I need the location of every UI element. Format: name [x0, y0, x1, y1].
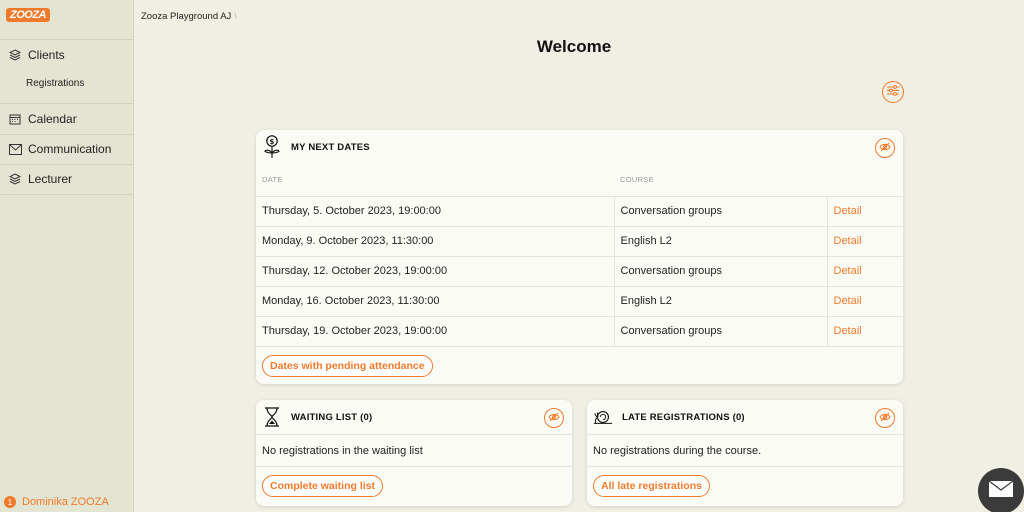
card-title: LATE REGISTRATIONS (0) [622, 411, 745, 423]
envelope-icon [988, 480, 1014, 503]
table-row: Thursday, 12. October 2023, 19:00:00 Con… [256, 256, 903, 287]
divider [256, 466, 572, 467]
divider [256, 434, 572, 435]
sidebar-item-lecturer[interactable]: Lecturer [0, 164, 134, 194]
hide-card-button[interactable] [875, 408, 895, 428]
hide-card-button[interactable] [544, 408, 564, 428]
page-title: Welcome [536, 37, 612, 56]
sidebar-item-registrations[interactable]: Registrations [26, 78, 84, 89]
column-header-course: COURSE [614, 164, 827, 197]
detail-link[interactable]: Detail [827, 316, 903, 347]
card-header: LATE REGISTRATIONS (0) [587, 400, 903, 434]
table-row: Monday, 16. October 2023, 11:30:00 Engli… [256, 286, 903, 317]
course-cell: Conversation groups [614, 316, 828, 347]
card-title: MY NEXT DATES [291, 141, 370, 153]
divider [587, 434, 903, 435]
date-cell: Monday, 9. October 2023, 11:30:00 [256, 226, 615, 257]
breadcrumb-separator: \ [234, 11, 237, 22]
snail-icon [593, 405, 613, 429]
clients-icon [8, 48, 22, 62]
complete-waiting-list-button[interactable]: Complete waiting list [262, 475, 384, 497]
user-menu[interactable]: 1 Dominika ZOOZA [4, 496, 109, 508]
notification-badge: 1 [4, 496, 16, 508]
waiting-list-card: WAITING LIST (0) No registrations in the… [256, 400, 572, 506]
sidebar-item-label: Calendar [28, 112, 77, 126]
course-cell: English L2 [614, 226, 828, 257]
column-header-date: DATE [256, 164, 614, 197]
svg-text:$: $ [269, 138, 274, 146]
course-cell: Conversation groups [614, 256, 828, 287]
divider [0, 194, 134, 195]
divider [587, 466, 903, 467]
detail-link[interactable]: Detail [827, 196, 903, 227]
detail-link[interactable]: Detail [827, 226, 903, 257]
next-dates-table: DATE COURSE Thursday, 5. October 2023, 1… [256, 164, 903, 347]
layers-icon [8, 172, 22, 186]
empty-state-text: No registrations in the waiting list [262, 445, 423, 457]
card-header: $ MY NEXT DATES [256, 130, 903, 164]
detail-link[interactable]: Detail [827, 286, 903, 317]
date-cell: Monday, 16. October 2023, 11:30:00 [256, 286, 615, 317]
sidebar-item-calendar[interactable]: Calendar [0, 104, 134, 134]
breadcrumb[interactable]: Zooza Playground AJ \ [141, 11, 237, 22]
sidebar-item-label: Clients [28, 48, 65, 62]
pending-attendance-button[interactable]: Dates with pending attendance [262, 355, 433, 377]
breadcrumb-org[interactable]: Zooza Playground AJ [141, 11, 231, 22]
card-header: WAITING LIST (0) [256, 400, 572, 434]
sidebar-item-communication[interactable]: Communication [0, 134, 134, 164]
money-plant-icon: $ [262, 135, 282, 159]
next-dates-card: $ MY NEXT DATES DATE COURSE Thursday, 5.… [256, 130, 903, 384]
date-cell: Thursday, 19. October 2023, 19:00:00 [256, 316, 615, 347]
late-registrations-card: LATE REGISTRATIONS (0) No registrations … [587, 400, 903, 506]
calendar-icon [8, 112, 22, 126]
column-header-action [827, 164, 903, 197]
eye-off-icon [879, 139, 891, 157]
course-cell: English L2 [614, 286, 828, 317]
all-late-registrations-button[interactable]: All late registrations [593, 475, 710, 497]
messages-button[interactable] [978, 468, 1024, 512]
table-row: Monday, 9. October 2023, 11:30:00 Englis… [256, 226, 903, 257]
user-name: Dominika ZOOZA [22, 496, 109, 508]
envelope-icon [8, 142, 22, 156]
dashboard-settings-button[interactable] [882, 81, 904, 103]
eye-off-icon [548, 409, 560, 427]
zooza-logo[interactable]: ZOOZA [6, 8, 50, 22]
sidebar-item-clients[interactable]: Clients [0, 40, 134, 70]
course-cell: Conversation groups [614, 196, 828, 227]
detail-link[interactable]: Detail [827, 256, 903, 287]
eye-off-icon [879, 409, 891, 427]
date-cell: Thursday, 12. October 2023, 19:00:00 [256, 256, 615, 287]
sidebar-item-label: Lecturer [28, 172, 73, 186]
sidebar-item-label: Communication [28, 142, 112, 156]
card-title: WAITING LIST (0) [291, 411, 373, 423]
date-cell: Thursday, 5. October 2023, 19:00:00 [256, 196, 615, 227]
sidebar: ZOOZA Clients Registrations Calendar Com… [0, 0, 134, 512]
empty-state-text: No registrations during the course. [593, 445, 762, 457]
table-row: Thursday, 5. October 2023, 19:00:00 Conv… [256, 196, 903, 227]
sliders-icon [887, 83, 899, 101]
hide-card-button[interactable] [875, 138, 895, 158]
hourglass-icon [262, 405, 282, 429]
table-row: Thursday, 19. October 2023, 19:00:00 Con… [256, 316, 903, 347]
